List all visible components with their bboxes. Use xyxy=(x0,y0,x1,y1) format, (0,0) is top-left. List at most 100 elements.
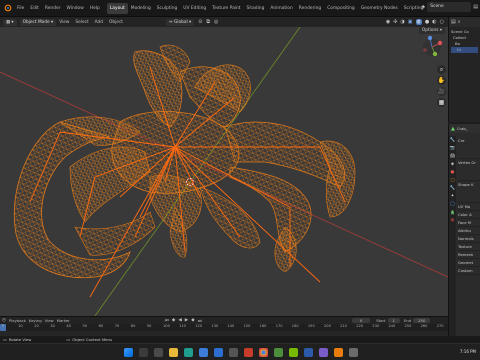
data-props-icon[interactable]: ▲ xyxy=(450,210,455,215)
task-view-icon[interactable] xyxy=(154,348,163,357)
current-frame-field[interactable]: 0 xyxy=(351,318,371,323)
properties-section[interactable]: Attribu xyxy=(458,227,480,235)
store-icon[interactable] xyxy=(199,348,208,357)
app-icon-1[interactable] xyxy=(229,348,238,357)
camera-view-icon[interactable]: 🎥 xyxy=(437,87,446,96)
play-icon[interactable]: ▶ xyxy=(185,318,188,324)
outliner-search-icon[interactable]: ⌕ xyxy=(458,19,461,25)
nvidia-icon[interactable] xyxy=(289,348,298,357)
properties-section[interactable]: Color A xyxy=(458,211,480,219)
blender-logo-icon[interactable] xyxy=(2,3,14,14)
tool-props-icon[interactable]: 🔧 xyxy=(450,138,456,143)
output-props-icon[interactable]: 🖨 xyxy=(450,154,456,159)
mail-icon[interactable] xyxy=(214,348,223,357)
properties-section[interactable]: Custom xyxy=(458,267,480,275)
outliner-row[interactable]: Cr xyxy=(451,47,478,53)
editor-type-button[interactable]: ▦ ▾ xyxy=(3,18,17,26)
mode-dropdown[interactable]: Object Mode ▾ xyxy=(19,18,57,26)
xray-icon[interactable]: ▣ xyxy=(408,19,413,25)
shading-rendered-icon[interactable]: ○ xyxy=(440,19,444,25)
modifier-props-icon[interactable]: 🔧 xyxy=(450,186,456,191)
shading-solid-icon[interactable]: ● xyxy=(425,19,429,25)
menu-edit[interactable]: Edit xyxy=(27,3,42,14)
properties-section[interactable]: UV Ma xyxy=(458,203,480,211)
outliner-filter-icon[interactable]: ▤ xyxy=(451,19,456,25)
workspace-tab-compositing[interactable]: Compositing xyxy=(324,3,358,14)
shading-wireframe-icon[interactable]: ◍ xyxy=(415,19,422,25)
menu-add[interactable]: Add xyxy=(92,20,106,25)
system-clock[interactable]: 7:16 PM xyxy=(460,349,476,354)
search-icon[interactable] xyxy=(139,348,148,357)
edge-browser-icon[interactable] xyxy=(184,348,193,357)
perspective-grid-icon[interactable]: ▦ xyxy=(437,98,446,107)
file-explorer-icon[interactable] xyxy=(169,348,178,357)
menu-object[interactable]: Object xyxy=(106,20,126,25)
snap-icon[interactable]: ⧉ xyxy=(206,19,210,25)
menu-select[interactable]: Select xyxy=(72,20,91,25)
workspace-tab-rendering[interactable]: Rendering xyxy=(296,3,324,14)
properties-section[interactable]: Cre xyxy=(458,137,480,159)
visibility-icon[interactable]: ◉ xyxy=(386,19,390,25)
pivot-icon[interactable]: ⊙ xyxy=(198,19,202,25)
orientation-dropdown[interactable]: ↔ Global ▾ xyxy=(166,18,195,26)
menu-view[interactable]: View xyxy=(56,20,72,25)
app-icon-3[interactable] xyxy=(274,348,283,357)
object-props-icon[interactable]: ▢ xyxy=(450,178,454,183)
proportional-edit-icon[interactable]: ◎ xyxy=(214,19,218,25)
jump-end-icon[interactable]: ⏭ xyxy=(198,318,202,324)
workspace-tab-shading[interactable]: Shading xyxy=(244,3,268,14)
app-icon-5[interactable] xyxy=(319,348,328,357)
zoom-icon[interactable]: ⌕ xyxy=(437,65,446,74)
blender-taskbar-icon[interactable] xyxy=(334,348,343,357)
properties-section[interactable]: Texture xyxy=(458,243,480,251)
properties-section[interactable]: Vertex Gr xyxy=(458,159,480,181)
scene-selector[interactable]: Scene xyxy=(427,2,472,12)
workspace-tab-uv-editing[interactable]: UV Editing xyxy=(180,3,209,14)
jump-start-icon[interactable]: ⏮ xyxy=(165,318,169,324)
menu-help[interactable]: Help xyxy=(87,3,103,14)
scene-props-icon[interactable]: ◈ xyxy=(451,162,454,167)
playback-menu[interactable]: Playback xyxy=(9,318,26,323)
properties-section[interactable]: Face M xyxy=(458,219,480,227)
properties-section[interactable]: Shape K xyxy=(458,181,480,203)
end-frame-field[interactable]: 250 xyxy=(413,318,431,323)
object-name-label[interactable]: Crab_ xyxy=(457,126,468,131)
material-props-icon[interactable]: ◍ xyxy=(451,218,455,223)
prev-key-icon[interactable]: ◆ xyxy=(172,318,175,324)
start-frame-field[interactable]: 1 xyxy=(387,318,400,323)
workspace-tab-texture-paint[interactable]: Texture Paint xyxy=(209,3,243,14)
menu-render[interactable]: Render xyxy=(42,3,64,14)
shading-material-icon[interactable]: ◐ xyxy=(432,19,436,25)
app-icon-2[interactable] xyxy=(244,348,253,357)
frame-ruler[interactable]: 0 10 20 30 40 50 60 70 80 90 100 110 120 130 140 150 160… xyxy=(0,324,448,331)
next-key-icon[interactable]: ◆ xyxy=(191,318,194,324)
timeline-editor-icon[interactable]: ◷ xyxy=(2,318,6,323)
workspace-tab-animation[interactable]: Animation xyxy=(267,3,295,14)
3d-viewport[interactable]: Options ▾ ⌕ ✋ 🎥 ▦ xyxy=(0,27,448,316)
properties-section[interactable]: Geomet xyxy=(458,259,480,267)
view-menu[interactable]: View xyxy=(45,318,54,323)
pan-hand-icon[interactable]: ✋ xyxy=(437,76,446,85)
menu-file[interactable]: File xyxy=(14,3,27,14)
gizmo-icon[interactable]: ✣ xyxy=(393,19,397,25)
workspace-tab-modeling[interactable]: Modeling xyxy=(128,3,154,14)
particles-props-icon[interactable]: ✦ xyxy=(451,194,455,199)
options-dropdown[interactable]: Options ▾ xyxy=(418,27,445,34)
world-props-icon[interactable]: ● xyxy=(451,170,455,175)
physics-props-icon[interactable]: ◯ xyxy=(450,202,455,207)
app-icon-6[interactable] xyxy=(349,348,358,357)
workspace-tab-geometry-nodes[interactable]: Geometry Nodes xyxy=(358,3,401,14)
overlay-icon[interactable]: ◑ xyxy=(400,19,404,25)
view-layer-icon[interactable]: ▤ xyxy=(473,4,478,10)
menu-window[interactable]: Window xyxy=(64,3,87,14)
play-reverse-icon[interactable]: ◀ xyxy=(178,318,181,324)
windows-start-icon[interactable] xyxy=(124,348,133,357)
properties-section[interactable]: Normals xyxy=(458,235,480,243)
workspace-tab-sculpting[interactable]: Sculpting xyxy=(154,3,181,14)
marker-menu[interactable]: Marker xyxy=(57,318,70,323)
keying-menu[interactable]: Keying xyxy=(29,318,42,323)
render-props-icon[interactable]: 📷 xyxy=(450,146,456,151)
properties-section[interactable]: Remesh xyxy=(458,251,480,259)
navigation-gizmo[interactable] xyxy=(423,35,443,57)
workspace-tab-layout[interactable]: Layout xyxy=(106,2,128,14)
